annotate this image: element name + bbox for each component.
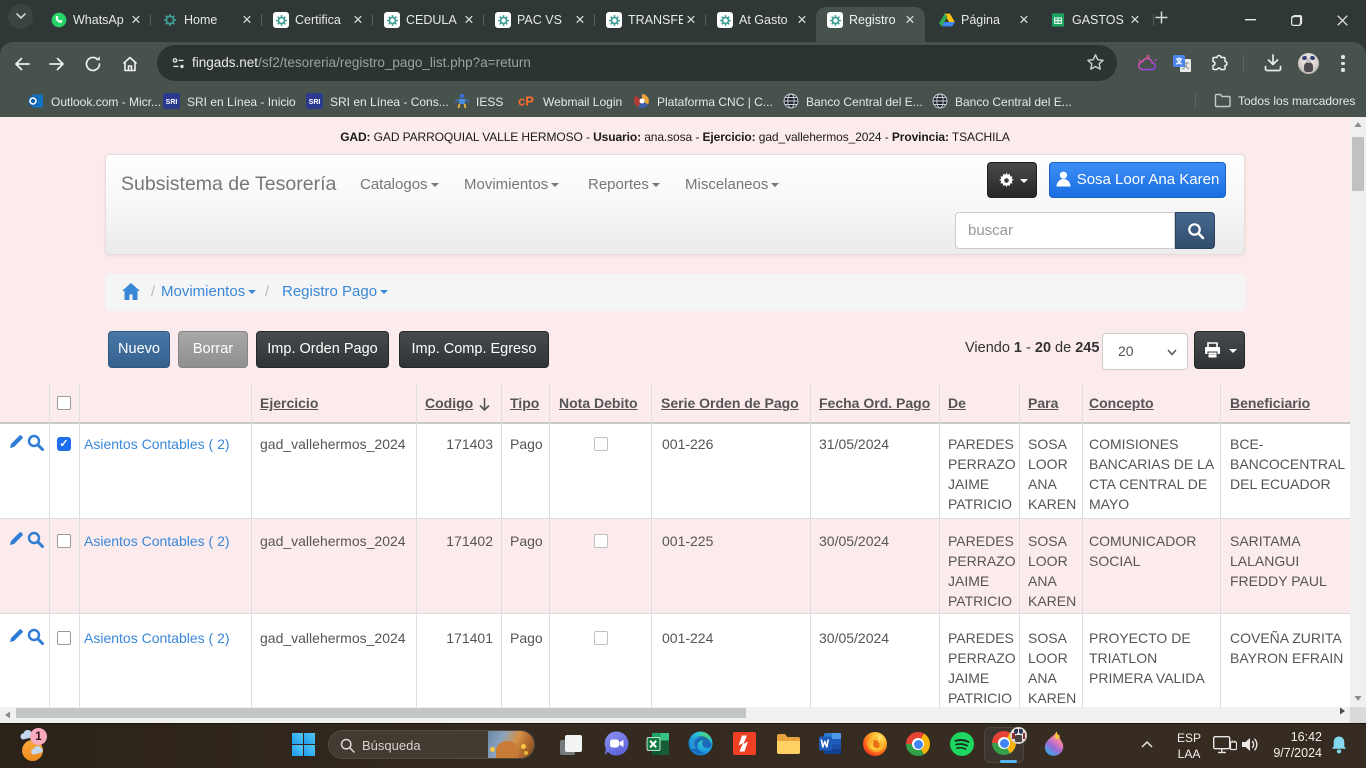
svg-text:SRI: SRI <box>309 99 321 106</box>
svg-text:SRI: SRI <box>166 99 178 106</box>
svg-text:cP: cP <box>518 94 534 109</box>
